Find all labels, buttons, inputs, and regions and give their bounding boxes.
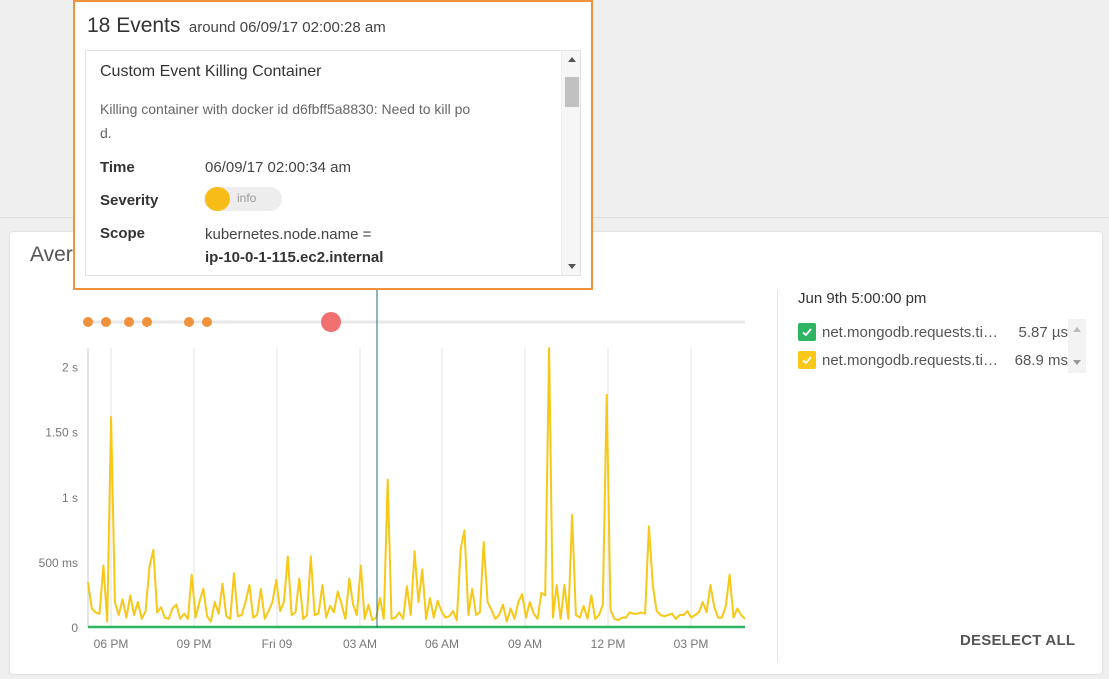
legend-series-value: 68.9 ms (1014, 351, 1068, 369)
chart-panel: Aver 06 PM 09 PM Fri 09 03 AM 06 AM 09 AM 12 P… (10, 232, 1102, 674)
event-description: Killing container with docker id d6fbff5… (100, 97, 548, 145)
event-title: Custom Event Killing Container (100, 63, 322, 80)
legend-checkbox[interactable] (798, 323, 816, 341)
event-marker (184, 317, 194, 327)
time-label: Time (100, 159, 135, 176)
event-marker (124, 317, 134, 327)
legend-series-value: 5.87 µs (1018, 323, 1068, 341)
events-popup: 18 Events around 06/09/17 02:00:28 am Cu… (73, 0, 593, 290)
time-value: 06/09/17 02:00:34 am (205, 159, 351, 176)
legend-list: net.mongodb.requests.time.avg 5.87 µs ne… (798, 318, 1068, 374)
x-tick-label: 03 PM (674, 637, 709, 651)
x-tick-label: 12 PM (591, 637, 626, 651)
legend-divider (777, 290, 778, 662)
legend-checkbox[interactable] (798, 351, 816, 369)
scroll-down-icon[interactable] (568, 264, 576, 269)
legend-item[interactable]: net.mongodb.requests.time.avg 5.87 µs (798, 318, 1068, 346)
y-tick-label: 2 s (62, 361, 78, 375)
scroll-down-icon[interactable] (1073, 360, 1081, 365)
x-tick-label: 09 PM (177, 637, 212, 651)
legend-series-name: net.mongodb.requests.time.avg (822, 323, 998, 341)
y-tick-label: 500 ms (39, 556, 78, 570)
line-chart[interactable]: 06 PM 09 PM Fri 09 03 AM 06 AM 09 AM 12 PM 03 P… (10, 232, 770, 674)
event-marker (83, 317, 93, 327)
legend-item[interactable]: net.mongodb.requests.time.max 68.9 ms (798, 346, 1068, 374)
scope-node: ip-10-0-1-115.ec2.internal (205, 249, 384, 266)
x-tick-label: 06 PM (94, 637, 129, 651)
legend-series-name: net.mongodb.requests.time.max (822, 351, 998, 369)
severity-label: Severity (100, 192, 159, 209)
event-marker (202, 317, 212, 327)
deselect-all-button[interactable]: DESELECT ALL (960, 632, 1075, 649)
x-tick-label: 06 AM (425, 637, 459, 651)
popup-scrollbar[interactable] (561, 51, 580, 275)
scope-label: Scope (100, 225, 146, 242)
legend-date: Jun 9th 5:00:00 pm (798, 290, 927, 307)
scope-key: kubernetes.node.name = (205, 226, 372, 243)
scope-value: kubernetes.node.name = ip-10-0-1-115.ec2… (205, 225, 383, 267)
popup-header: 18 Events around 06/09/17 02:00:28 am (87, 14, 386, 38)
event-details: Custom Event Killing Container Killing c… (85, 50, 581, 276)
series-line (87, 347, 746, 623)
scroll-thumb[interactable] (565, 77, 579, 107)
x-tick-label: 09 AM (508, 637, 542, 651)
severity-dot (205, 187, 230, 211)
event-marker (101, 317, 111, 327)
scroll-up-icon[interactable] (568, 57, 576, 62)
x-tick-label: Fri 09 (262, 637, 293, 651)
y-tick-label: 1 s (62, 491, 78, 505)
severity-badge: info (204, 187, 282, 211)
severity-value: info (237, 191, 257, 205)
legend-scrollbar[interactable] (1068, 319, 1086, 373)
event-marker (321, 312, 341, 332)
event-description-line: Killing container with docker id d6fbff5… (100, 101, 471, 117)
events-time: around 06/09/17 02:00:28 am (188, 19, 386, 36)
y-tick-label: 1.50 s (45, 426, 78, 440)
checkmark-icon (802, 328, 812, 337)
scroll-up-icon[interactable] (1073, 327, 1081, 332)
checkmark-icon (802, 356, 812, 365)
x-tick-label: 03 AM (343, 637, 377, 651)
event-description-line: d. (100, 125, 112, 141)
y-tick-label: 0 (71, 621, 78, 635)
event-marker (142, 317, 152, 327)
events-count: 18 Events (87, 14, 181, 37)
